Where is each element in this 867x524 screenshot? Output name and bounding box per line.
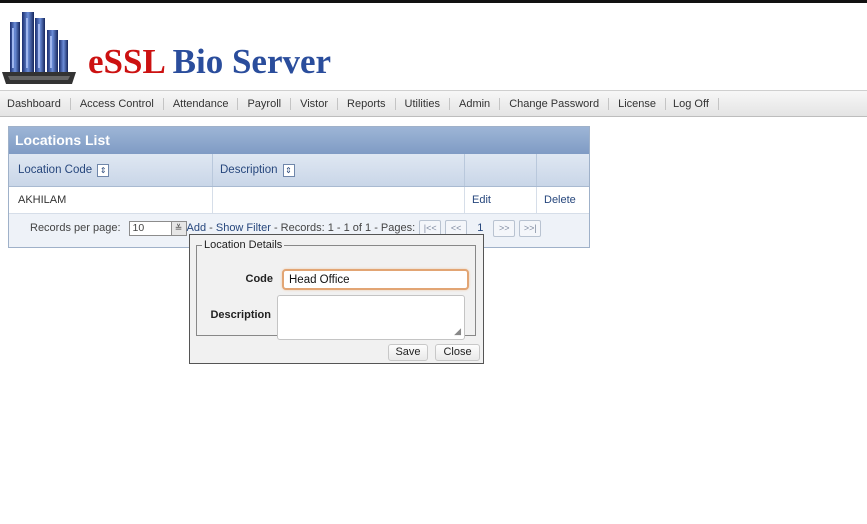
menu-license[interactable]: License xyxy=(609,97,666,110)
records-per-page-value: 10 xyxy=(132,222,145,234)
close-button[interactable]: Close xyxy=(435,344,480,361)
records-per-page-label: Records per page: xyxy=(30,222,121,234)
column-label: Description xyxy=(220,164,278,176)
add-link[interactable]: Add xyxy=(187,222,207,234)
brand-essl: eSSL xyxy=(88,42,164,81)
sort-icon[interactable]: ⇕ xyxy=(97,163,110,177)
description-textarea[interactable]: ◢ xyxy=(277,295,465,340)
menu-admin[interactable]: Admin xyxy=(450,97,501,110)
menu-dashboard[interactable]: Dashboard xyxy=(0,97,71,110)
edit-link[interactable]: Edit xyxy=(472,194,491,206)
records-summary: - Records: 1 - 1 of 1 - Pages: xyxy=(270,222,416,234)
column-location-code[interactable]: Location Code ⇕ xyxy=(9,154,213,186)
column-label: Location Code xyxy=(18,164,93,176)
sort-icon[interactable]: ⇕ xyxy=(282,163,295,177)
description-label: Description xyxy=(210,309,271,321)
table-row: AKHILAM Edit Delete xyxy=(9,187,589,214)
menu-change-password[interactable]: Change Password xyxy=(500,97,610,110)
location-details-dialog: Location Details Code Description ◢ Save… xyxy=(189,234,484,364)
save-button[interactable]: Save xyxy=(388,344,428,361)
menu-log-off[interactable]: Log Off xyxy=(666,97,719,110)
menu-vistor[interactable]: Vistor xyxy=(291,97,339,110)
next-page-icon[interactable]: >> xyxy=(493,219,516,237)
code-input[interactable] xyxy=(282,269,469,290)
column-edit xyxy=(465,154,537,186)
menu-access-control[interactable]: Access Control xyxy=(71,97,164,110)
code-label: Code xyxy=(245,273,274,285)
column-description[interactable]: Description ⇕ xyxy=(213,154,465,186)
locations-panel: Locations List Location Code ⇕ Descripti… xyxy=(8,126,590,248)
menu-utilities[interactable]: Utilities xyxy=(396,97,450,110)
last-page-icon[interactable]: >>| xyxy=(519,219,542,237)
menu-attendance[interactable]: Attendance xyxy=(164,97,239,110)
separator: - xyxy=(206,222,216,234)
brand-bio-server: Bio Server xyxy=(163,42,332,81)
cell-location-code: AKHILAM xyxy=(9,187,213,213)
panel-title: Locations List xyxy=(9,127,589,154)
location-details-fieldset: Location Details Code Description ◢ xyxy=(196,239,476,340)
menu-payroll[interactable]: Payroll xyxy=(238,97,292,110)
menu-reports[interactable]: Reports xyxy=(338,97,396,110)
cell-description xyxy=(213,187,465,213)
delete-link[interactable]: Delete xyxy=(544,194,576,206)
current-page[interactable]: 1 xyxy=(477,222,483,234)
top-border xyxy=(0,0,867,3)
resize-grip-icon[interactable]: ◢ xyxy=(454,326,461,337)
column-delete xyxy=(537,154,589,186)
main-menu: Dashboard Access Control Attendance Payr… xyxy=(0,90,867,117)
buildings-logo-icon xyxy=(2,12,76,84)
records-per-page-select[interactable]: 10 ≚ xyxy=(128,220,187,236)
table-header: Location Code ⇕ Description ⇕ xyxy=(9,154,589,187)
chevron-down-icon[interactable]: ≚ xyxy=(170,221,186,235)
app-title: eSSL Bio Server xyxy=(88,42,331,82)
fieldset-legend: Location Details xyxy=(204,239,283,251)
show-filter-link[interactable]: Show Filter xyxy=(216,222,271,234)
